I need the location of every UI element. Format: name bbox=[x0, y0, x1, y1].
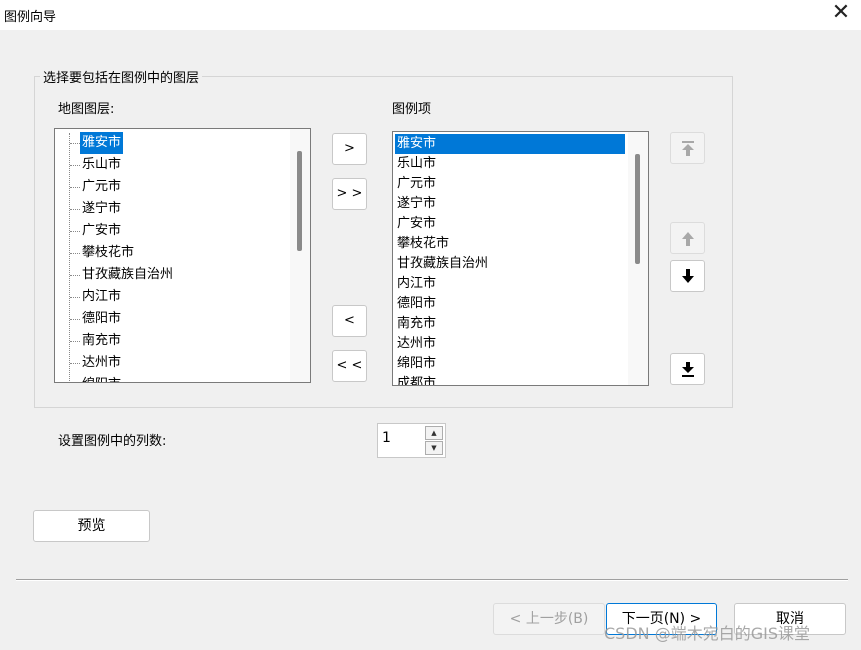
map-layers-scrollbar[interactable] bbox=[290, 129, 310, 382]
map-layer-item[interactable]: 广元市 bbox=[80, 176, 123, 198]
legend-items-list[interactable]: 雅安市 乐山市 广元市 遂宁市 广安市 攀枝花市 甘孜藏族自治州 内江市 德阳市 南充市 达州市 绵阳… bbox=[392, 131, 649, 386]
legend-item[interactable]: 甘孜藏族自治州 bbox=[395, 254, 490, 274]
legend-item[interactable]: 广元市 bbox=[395, 174, 438, 194]
move-down-icon bbox=[682, 269, 694, 283]
close-icon[interactable]: ✕ bbox=[829, 2, 853, 26]
move-top-button[interactable] bbox=[670, 132, 705, 164]
move-up-button[interactable] bbox=[670, 222, 705, 254]
tree-connector-line bbox=[69, 133, 70, 382]
tree-branch-line bbox=[70, 275, 80, 276]
legend-item[interactable]: 遂宁市 bbox=[395, 194, 438, 214]
columns-label: 设置图例中的列数: bbox=[58, 434, 167, 449]
map-layer-item[interactable]: 达州市 bbox=[80, 352, 123, 374]
tree-branch-line bbox=[70, 187, 80, 188]
legend-item[interactable]: 成都市 bbox=[395, 374, 438, 385]
window-title: 图例向导 bbox=[4, 10, 57, 25]
legend-scroll-thumb[interactable] bbox=[635, 154, 640, 264]
back-button[interactable]: < 上一步(B) bbox=[493, 603, 605, 635]
map-layer-item[interactable]: 乐山市 bbox=[80, 154, 123, 176]
legend-item[interactable]: 乐山市 bbox=[395, 154, 438, 174]
map-layer-item[interactable]: 雅安市 bbox=[80, 132, 124, 154]
tree-branch-line bbox=[70, 319, 80, 320]
map-layer-item[interactable]: 绵阳市 bbox=[80, 374, 123, 382]
tree-branch-line bbox=[70, 231, 80, 232]
move-bottom-button[interactable] bbox=[670, 353, 705, 385]
legend-item[interactable]: 德阳市 bbox=[395, 294, 438, 314]
map-layer-item[interactable]: 遂宁市 bbox=[80, 198, 123, 220]
tree-branch-line bbox=[70, 143, 80, 144]
legend-item[interactable]: 达州市 bbox=[395, 334, 438, 354]
spin-down-icon[interactable]: ▼ bbox=[425, 441, 443, 455]
add-one-button[interactable]: > bbox=[332, 133, 367, 165]
footer-separator bbox=[16, 579, 848, 581]
legend-item[interactable]: 雅安市 bbox=[395, 134, 625, 154]
map-layer-item[interactable]: 甘孜藏族自治州 bbox=[80, 264, 175, 286]
legend-item[interactable]: 攀枝花市 bbox=[395, 234, 451, 254]
spin-up-icon[interactable]: ▲ bbox=[425, 426, 443, 440]
move-up-icon bbox=[682, 232, 694, 246]
legend-item[interactable]: 广安市 bbox=[395, 214, 438, 234]
watermark: CSDN @端木宛白的GIS课堂 bbox=[604, 624, 810, 643]
map-layers-tree[interactable]: 雅安市乐山市广元市遂宁市广安市攀枝花市甘孜藏族自治州内江市德阳市南充市达州市绵阳… bbox=[54, 128, 311, 383]
columns-value[interactable]: 1 bbox=[382, 430, 391, 446]
legend-items-label: 图例项 bbox=[392, 102, 432, 117]
move-top-icon bbox=[682, 141, 694, 156]
tree-branch-line bbox=[70, 253, 80, 254]
preview-button[interactable]: 预览 bbox=[33, 510, 150, 542]
map-layer-item[interactable]: 广安市 bbox=[80, 220, 123, 242]
map-layer-item[interactable]: 攀枝花市 bbox=[80, 242, 136, 264]
add-all-button[interactable]: > > bbox=[332, 178, 367, 210]
tree-branch-line bbox=[70, 165, 80, 166]
tree-branch-line bbox=[70, 209, 80, 210]
legend-scrollbar[interactable] bbox=[628, 132, 648, 385]
legend-item[interactable]: 内江市 bbox=[395, 274, 438, 294]
map-layers-label: 地图图层: bbox=[58, 102, 115, 117]
tree-branch-line bbox=[70, 363, 80, 364]
columns-spinbox[interactable]: 1 ▲ ▼ bbox=[377, 423, 446, 458]
title-bar: 图例向导 ✕ bbox=[0, 0, 861, 30]
map-layers-scroll-thumb[interactable] bbox=[297, 151, 302, 251]
legend-item[interactable]: 南充市 bbox=[395, 314, 438, 334]
remove-all-button[interactable]: < < bbox=[332, 350, 367, 382]
remove-one-button[interactable]: < bbox=[332, 305, 367, 337]
tree-branch-line bbox=[70, 297, 80, 298]
map-layer-item[interactable]: 内江市 bbox=[80, 286, 123, 308]
map-layer-item[interactable]: 南充市 bbox=[80, 330, 123, 352]
move-bottom-icon bbox=[682, 362, 694, 377]
group-title: 选择要包括在图例中的图层 bbox=[40, 67, 203, 86]
move-down-button[interactable] bbox=[670, 260, 705, 292]
map-layer-item[interactable]: 德阳市 bbox=[80, 308, 123, 330]
tree-branch-line bbox=[70, 341, 80, 342]
legend-item[interactable]: 绵阳市 bbox=[395, 354, 438, 374]
